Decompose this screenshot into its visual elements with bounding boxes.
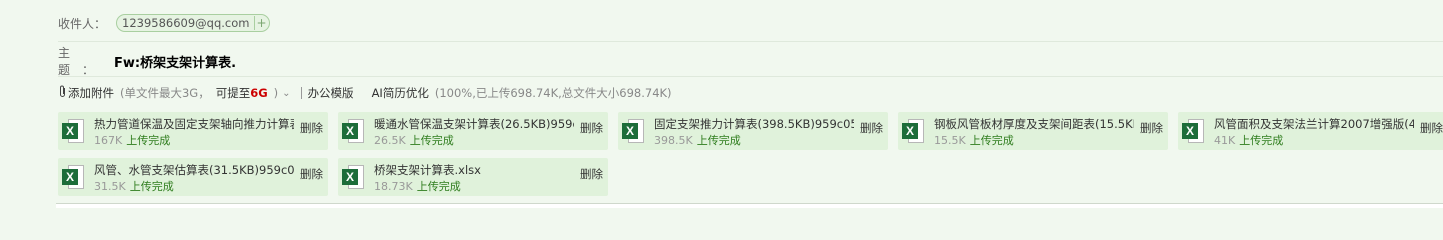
subject-row: 主题： Fw:桥架支架计算表.	[58, 46, 1443, 77]
chevron-down-icon[interactable]: ⌄	[282, 88, 290, 99]
delete-attachment-button[interactable]: 删除	[580, 166, 603, 182]
attachment-name: 热力管道保温及固定支架轴向推力计算表...	[94, 117, 294, 131]
attachment-toolbar: 添加附件 (单文件最大3G， 可提至6G ) ⌄ 办公模版 AI简历优化 (10…	[58, 82, 1443, 104]
excel-file-icon: X	[62, 165, 84, 189]
attachment-meta: 26.5K 上传完成	[374, 132, 454, 148]
attachment-size: 167K	[94, 134, 123, 147]
attachment-item[interactable]: X暖通水管保温支架计算表(26.5KB)959c0...26.5K上传完成删除	[338, 112, 608, 150]
paperclip-icon[interactable]	[58, 85, 67, 101]
attachment-item[interactable]: X 风管面积及支架法兰计算2007增强版(41... 41K 上传完成 删除	[1178, 112, 1443, 150]
excel-badge: X	[1182, 123, 1198, 139]
excel-badge: X	[62, 123, 78, 139]
attachment-name: 钢板风管板材厚度及支架间距表(15.5KB)...	[934, 117, 1134, 131]
excel-badge: X	[62, 169, 78, 185]
size-limit-text: (单文件最大3G，	[120, 86, 210, 100]
divider	[58, 76, 1443, 77]
attachment-size: 15.5K	[934, 134, 966, 147]
attachment-size: 31.5K	[94, 180, 126, 193]
excel-badge: X	[902, 123, 918, 139]
attachment-item[interactable]: X 桥架支架计算表.xlsx 18.73K 上传完成 删除	[338, 158, 608, 196]
subject-input[interactable]: Fw:桥架支架计算表.	[114, 52, 236, 71]
toolbar-separator	[300, 87, 302, 99]
delete-attachment-button[interactable]: 删除	[300, 166, 323, 182]
recipient-chip[interactable]: 1239586609@qq.com +	[116, 14, 270, 32]
attachment-size: 18.73K	[374, 180, 413, 193]
attachment-item[interactable]: X风管、水管支架估算表(31.5KB)959c058...31.5K上传完成删除	[58, 158, 328, 196]
recipients-row: 收件人： 1239586609@qq.com +	[58, 12, 1443, 34]
attachment-name: 桥架支架计算表.xlsx	[374, 163, 481, 177]
attachment-size: 41K	[1214, 134, 1236, 147]
upgrade-size: 6G	[250, 86, 268, 100]
attachment-item[interactable]: X 热力管道保温及固定支架轴向推力计算表... 167K 上传完成 删除	[58, 112, 328, 150]
excel-file-icon: X	[902, 119, 924, 143]
upload-status: 上传完成	[696, 134, 741, 147]
excel-badge: X	[342, 169, 358, 185]
add-recipient-icon[interactable]: +	[253, 16, 269, 30]
attachment-meta: 18.73K 上传完成	[374, 178, 461, 194]
attachment-size: 398.5K	[654, 134, 693, 147]
upgrade-link[interactable]: 可提至6G	[216, 85, 268, 101]
attachment-size: 26.5K	[374, 134, 406, 147]
recipients-label: 收件人：	[58, 16, 107, 31]
editor-top-border	[56, 203, 1443, 208]
attachment-name: 固定支架推力计算表(398.5KB)959c058...	[654, 117, 854, 131]
attachment-meta: 31.5K 上传完成	[94, 178, 174, 194]
excel-file-icon: X	[342, 119, 364, 143]
paperclip-icon-svg	[60, 85, 65, 97]
upload-status-text: (100%,已上传698.74K,总文件大小698.74K)	[434, 86, 672, 100]
attachment-meta: 41K 上传完成	[1214, 132, 1283, 148]
size-limit-close: )	[273, 86, 279, 100]
attachment-item[interactable]: X 固定支架推力计算表(398.5KB)959c058... 398.5K 上传完成删…	[618, 112, 888, 150]
upgrade-text: 可提至	[215, 86, 251, 100]
delete-attachment-button[interactable]: 删除	[860, 120, 883, 136]
add-attachment-link[interactable]: 添加附件	[68, 85, 114, 101]
ai-resume-link[interactable]: AI简历优化	[372, 85, 429, 101]
attachment-name: 风管、水管支架估算表(31.5KB)959c058...	[94, 163, 294, 177]
upload-status: 上传完成	[416, 180, 461, 193]
recipient-address: 1239586609@qq.com	[122, 16, 250, 30]
delete-attachment-button[interactable]: 删除	[1140, 120, 1163, 136]
attachment-item[interactable]: X 钢板风管板材厚度及支架间距表(15.5KB)... 15.5K 上传完成 删除	[898, 112, 1168, 150]
excel-file-icon: X	[1182, 119, 1204, 143]
excel-file-icon: X	[622, 119, 644, 143]
upload-status: 上传完成	[969, 134, 1014, 147]
upload-status: 上传完成	[409, 134, 454, 147]
excel-file-icon: X	[342, 165, 364, 189]
attachment-name: 风管面积及支架法兰计算2007增强版(41...	[1214, 117, 1414, 131]
excel-file-icon: X	[62, 119, 84, 143]
upload-status: 上传完成	[129, 180, 174, 193]
excel-badge: X	[622, 123, 638, 139]
attachment-meta: 15.5K 上传完成	[934, 132, 1014, 148]
office-templates-link[interactable]: 办公模版	[308, 85, 354, 101]
upload-status: 上传完成	[126, 134, 171, 147]
attachment-name: 暖通水管保温支架计算表(26.5KB)959c0...	[374, 117, 574, 131]
upload-status: 上传完成	[1239, 134, 1284, 147]
excel-badge: X	[342, 123, 358, 139]
subject-label: 主题：	[58, 46, 107, 77]
divider	[58, 41, 1443, 42]
delete-attachment-button[interactable]: 删除	[580, 120, 603, 136]
delete-attachment-button[interactable]: 删除	[300, 120, 323, 136]
attachment-meta: 398.5K 上传完成	[654, 132, 741, 148]
attachment-meta: 167K 上传完成	[94, 132, 170, 148]
delete-attachment-button[interactable]: 删除	[1420, 120, 1443, 136]
